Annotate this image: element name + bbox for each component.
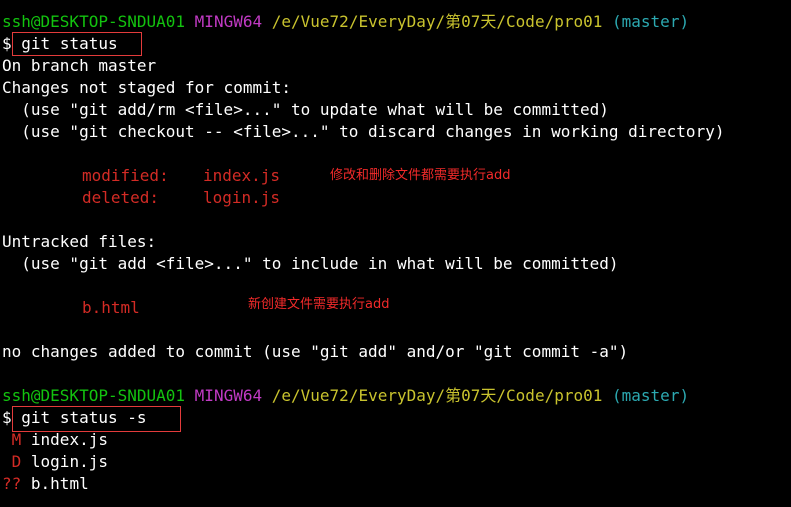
prompt-user-host: ssh@DESKTOP-SNDUA01	[2, 12, 186, 31]
prompt-symbol: $	[2, 34, 12, 53]
terminal-window[interactable]: { "colors": { "background": "#000000", "…	[0, 0, 791, 507]
untracked-header: Untracked files:	[2, 232, 157, 251]
modified-label: modified:	[82, 166, 169, 185]
deleted-label: deleted:	[82, 188, 160, 207]
modified-deleted-annotation: 修改和删除文件都需要执行add	[330, 168, 511, 183]
short-status-row: M index.js	[2, 429, 108, 451]
command-text: git status	[21, 34, 118, 53]
command-line[interactable]: $ git status	[2, 33, 118, 55]
status-file: index.js	[30, 430, 108, 449]
short-status-row: ?? b.html	[2, 473, 89, 495]
prompt-env: MINGW64	[194, 386, 263, 405]
hint-untracked-text: (use "git add <file>..." to include in w…	[2, 254, 619, 273]
changes-header: Changes not staged for commit:	[2, 78, 291, 97]
prompt-line: ssh@DESKTOP-SNDUA01 MINGW64 /e/Vue72/Eve…	[2, 385, 689, 407]
prompt-branch: (master)	[612, 12, 690, 31]
prompt-symbol: $	[2, 408, 12, 427]
deleted-file: login.js	[203, 188, 281, 207]
status-code: D	[2, 452, 22, 471]
untracked-file: b.html	[82, 298, 140, 317]
status-code: ??	[2, 474, 22, 493]
modified-file: index.js	[203, 166, 281, 185]
summary-text: no changes added to commit (use "git add…	[2, 342, 629, 361]
prompt-path: /e/Vue72/EveryDay/第07天/Code/pro01	[271, 386, 603, 405]
prompt-env: MINGW64	[194, 12, 263, 31]
hint-add-text: (use "git add/rm <file>..." to update wh…	[2, 100, 609, 119]
prompt-user-host: ssh@DESKTOP-SNDUA01	[2, 386, 186, 405]
status-file: b.html	[30, 474, 89, 493]
prompt-line: ssh@DESKTOP-SNDUA01 MINGW64 /e/Vue72/Eve…	[2, 11, 689, 33]
prompt-path: /e/Vue72/EveryDay/第07天/Code/pro01	[271, 12, 603, 31]
status-code: M	[2, 430, 22, 449]
prompt-branch: (master)	[612, 386, 690, 405]
on-branch-text: On branch master	[2, 56, 157, 75]
new-file-annotation: 新创建文件需要执行add	[248, 297, 390, 312]
command-text: git status -s	[21, 408, 147, 427]
short-status-row: D login.js	[2, 451, 108, 473]
status-file: login.js	[30, 452, 108, 471]
command-line[interactable]: $ git status -s	[2, 407, 147, 429]
hint-checkout-text: (use "git checkout -- <file>..." to disc…	[2, 122, 725, 141]
